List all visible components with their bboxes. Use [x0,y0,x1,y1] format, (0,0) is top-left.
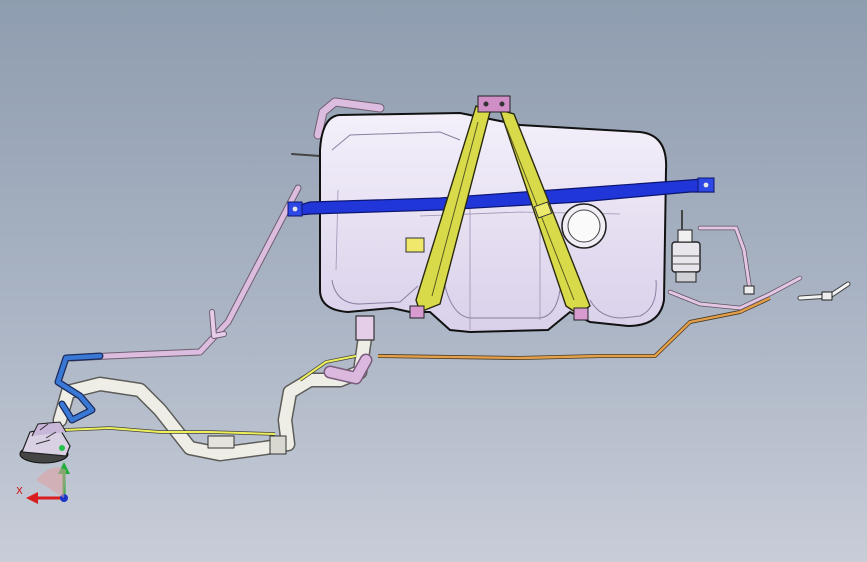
evap-canister[interactable] [671,210,701,283]
x-axis-label: X [16,486,23,497]
fuel-tank[interactable] [319,111,668,334]
cad-viewport[interactable]: X [0,0,867,562]
fuel-system-assembly-model[interactable] [0,0,867,562]
sensor-wire[interactable] [63,354,357,436]
fuel-sender-unit[interactable] [19,421,71,464]
axis-triad [26,462,70,504]
